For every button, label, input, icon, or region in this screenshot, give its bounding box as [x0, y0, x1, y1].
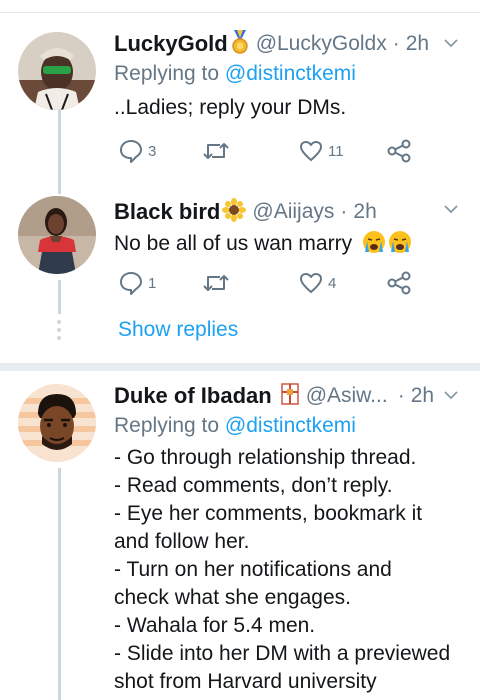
tweet-header: Duke of Ibadan @Asiw... · 2h [114, 380, 470, 412]
retweet-icon [203, 275, 229, 291]
like-count: 11 [328, 142, 344, 160]
dot-separator: · [340, 200, 348, 223]
tweet-text-line: - Eye her comments, bookmark it [114, 502, 423, 525]
avatar[interactable] [18, 384, 96, 462]
user-handle[interactable]: @LuckyGoldx [256, 32, 387, 56]
tweet-text-line: - Wahala for 5.4 men. [114, 614, 316, 637]
dot-separator: · [392, 32, 400, 55]
crying-face-icon [362, 230, 414, 262]
replying-to: Replying to @distinctkemi [114, 62, 470, 86]
reply-button[interactable]: 1 [118, 268, 156, 298]
share-icon [387, 271, 411, 295]
flag-icon [280, 382, 300, 411]
share-icon [387, 139, 411, 163]
display-name[interactable]: LuckyGold [114, 31, 228, 57]
heart-icon [300, 141, 322, 161]
thread-dots [57, 320, 62, 344]
dot-separator: · [397, 384, 405, 407]
tweet-text-line: and follow her. [114, 530, 250, 553]
reply-icon [120, 140, 142, 163]
tweet-text: No be all of us wan marry [114, 230, 470, 262]
tweet-header: LuckyGold @LuckyGoldx · 2h [114, 28, 470, 60]
tweet-body: Black bird @Aiijays · 2h No be all of us… [114, 196, 470, 262]
reply-mention-link[interactable]: @distinctkemi [225, 414, 356, 437]
replying-prefix: Replying to [114, 414, 225, 437]
tweet-text: ..Ladies; reply your DMs. [114, 96, 347, 119]
section-divider [0, 363, 480, 371]
display-name[interactable]: Duke of Ibadan [114, 383, 272, 409]
tweet-body: LuckyGold @LuckyGoldx · 2h Replying to @… [114, 28, 470, 122]
retweet-icon [203, 143, 229, 159]
chevron-down-icon[interactable] [444, 388, 458, 402]
thread-connector [58, 104, 61, 194]
tweet-actions: 3 11 [118, 136, 438, 166]
reply-icon [120, 272, 142, 295]
top-divider [0, 12, 480, 13]
retweet-button[interactable] [202, 136, 230, 166]
tweet-text-line: - Go through relationship thread. [114, 446, 417, 469]
timestamp[interactable]: 2h [411, 384, 434, 408]
timestamp[interactable]: 2h [353, 200, 376, 224]
avatar[interactable] [18, 32, 96, 110]
tweet-text-line: - Read comments, don’t reply. [114, 474, 393, 497]
timestamp[interactable]: 2h [406, 32, 429, 56]
sunflower-icon [222, 197, 247, 227]
tweet-body: Duke of Ibadan @Asiw... · 2h Replying to… [114, 380, 470, 696]
tweet-text: - Go through relationship thread. - Read… [114, 444, 470, 696]
user-handle[interactable]: @Asiw... [306, 384, 388, 408]
tweet-header: Black bird @Aiijays · 2h [114, 196, 470, 228]
replying-to: Replying to @distinctkemi [114, 414, 470, 438]
tweet-actions: 1 4 [118, 268, 438, 298]
like-count: 4 [328, 274, 337, 292]
heart-icon [300, 273, 322, 293]
tweet-text-line: - Slide into her DM with a previewed [114, 642, 451, 665]
retweet-button[interactable] [202, 268, 230, 298]
share-button[interactable] [386, 268, 412, 298]
show-replies-link[interactable]: Show replies [118, 318, 238, 342]
user-handle[interactable]: @Aiijays [252, 200, 334, 224]
reply-button[interactable]: 3 [118, 136, 156, 166]
medal-icon [230, 29, 250, 59]
like-button[interactable]: 11 [298, 136, 344, 166]
like-button[interactable]: 4 [298, 268, 336, 298]
chevron-down-icon[interactable] [444, 202, 458, 216]
thread-connector [58, 468, 61, 700]
reply-count: 3 [148, 142, 157, 160]
reply-count: 1 [148, 274, 157, 292]
tweet-text-line: shot from Harvard university [114, 670, 377, 693]
display-name[interactable]: Black bird [114, 199, 220, 225]
tweet-text-content: No be all of us wan marry [114, 232, 353, 255]
chevron-down-icon[interactable] [444, 36, 458, 50]
thread-connector [58, 280, 61, 314]
share-button[interactable] [386, 136, 412, 166]
avatar[interactable] [18, 196, 96, 274]
replying-prefix: Replying to [114, 62, 225, 85]
tweet-text-line: - Turn on her notifications and [114, 558, 392, 581]
reply-mention-link[interactable]: @distinctkemi [225, 62, 356, 85]
tweet-text-line: check what she engages. [114, 586, 351, 609]
